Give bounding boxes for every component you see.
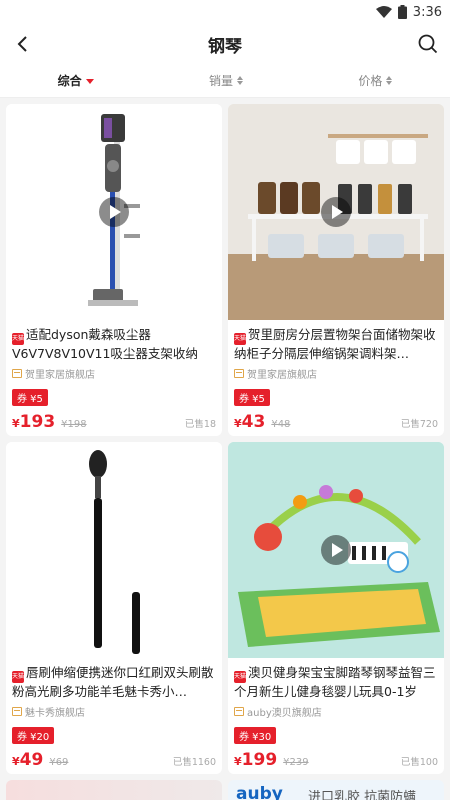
shop-name-text: 贺里家居旗舰店 (25, 369, 95, 381)
product-card-partial[interactable]: auby 进口乳胶 抗菌防螨 (228, 780, 444, 800)
product-title: 天猫 贺里厨房分层置物架台面储物架收纳柜子分隔层伸缩锅架调料架… (234, 326, 438, 362)
product-title-text: 唇刷伸缩便携迷你口红刷双头刷散粉高光刷多功能羊毛魅卡秀小… (12, 665, 214, 699)
shop-name-text: auby澳贝旗舰店 (247, 707, 322, 719)
currency-symbol: ¥ (12, 417, 20, 430)
product-title-text: 贺里厨房分层置物架台面储物架收纳柜子分隔层伸缩锅架调料架… (234, 327, 436, 361)
price-value: 199 (241, 750, 278, 770)
status-time: 3:36 (412, 4, 442, 20)
sort-arrows-icon (386, 76, 393, 85)
original-price: ¥239 (283, 757, 309, 768)
coupon-badge: 券 ¥5 (234, 389, 270, 406)
sold-count: 已售18 (184, 419, 216, 430)
product-title: 天猫适配dyson戴森吸尘器V6V7V8V10V11吸尘器支架收纳架… (12, 326, 216, 362)
coupon-badge: 券 ¥20 (12, 727, 55, 744)
product-title: 天猫 澳贝健身架宝宝脚踏琴钢琴益智三个月新生儿健身毯婴儿玩具0-1岁 (234, 664, 438, 700)
coupon-badge: 券 ¥30 (234, 727, 277, 744)
search-icon (418, 34, 438, 54)
product-title-text: 适配dyson戴森吸尘器V6V7V8V10V11吸尘器支架收纳架… (12, 327, 198, 361)
product-image (228, 104, 444, 320)
shop-name[interactable]: 贺里家居旗舰店 (234, 366, 438, 381)
tmall-tag-icon: 天猫 (234, 671, 246, 683)
sort-tab-label: 综合 (57, 74, 82, 88)
tmall-tag-icon: 天猫 (234, 333, 246, 345)
status-bar: 3:36 (0, 0, 450, 24)
sold-count: 已售100 (400, 757, 438, 768)
battery-icon (397, 5, 407, 19)
sort-arrows-icon (237, 76, 243, 85)
sort-tab-price[interactable]: 价格 (358, 72, 393, 89)
price: ¥49 ¥69 (12, 750, 68, 770)
makeup-brush-image (89, 450, 140, 654)
product-image (6, 442, 222, 658)
shop-name[interactable]: auby澳贝旗舰店 (234, 704, 438, 719)
product-card-partial[interactable] (6, 780, 222, 800)
product-image (6, 104, 222, 320)
price-value: 43 (241, 412, 266, 432)
price-value: 49 (19, 750, 44, 770)
product-title-text: 澳贝健身架宝宝脚踏琴钢琴益智三个月新生儿健身毯婴儿玩具0-1岁 (234, 665, 436, 699)
page-title: 钢琴 (208, 36, 242, 57)
sort-tab-label: 销量 (208, 74, 233, 88)
tmall-tag-icon: 天猫 (12, 671, 24, 683)
brand-logo: auby (236, 784, 283, 800)
price: ¥199 ¥239 (234, 750, 309, 770)
play-icon[interactable] (321, 197, 351, 227)
original-price: ¥48 (271, 419, 291, 430)
chevron-down-icon (85, 79, 94, 84)
product-card[interactable]: 天猫 澳贝健身架宝宝脚踏琴钢琴益智三个月新生儿健身毯婴儿玩具0-1岁 auby澳贝… (228, 442, 444, 774)
shop-icon (234, 368, 244, 378)
shop-name-text: 魅卡秀旗舰店 (25, 707, 85, 719)
sort-tab-label: 价格 (358, 74, 383, 88)
nav-bar: 钢琴 (0, 24, 450, 64)
product-image (228, 442, 444, 658)
banner-text: 进口乳胶 抗菌防螨 (308, 790, 417, 800)
price: ¥193 ¥198 (12, 412, 87, 432)
tmall-tag-icon: 天猫 (12, 333, 24, 345)
price: ¥43 ¥48 (234, 412, 290, 432)
product-card[interactable]: 天猫适配dyson戴森吸尘器V6V7V8V10V11吸尘器支架收纳架… 贺里家居… (6, 104, 222, 436)
back-button[interactable] (10, 32, 34, 56)
product-card[interactable]: 天猫 贺里厨房分层置物架台面储物架收纳柜子分隔层伸缩锅架调料架… 贺里家居旗舰店 … (228, 104, 444, 436)
sold-count: 已售720 (400, 419, 438, 430)
play-icon[interactable] (321, 535, 351, 565)
currency-symbol: ¥ (234, 755, 242, 768)
coupon-badge: 券 ¥5 (12, 389, 48, 406)
shop-icon (12, 368, 22, 378)
original-price: ¥198 (61, 419, 87, 430)
shop-icon (12, 706, 22, 716)
shop-name[interactable]: 贺里家居旗舰店 (12, 366, 216, 381)
chevron-left-icon (17, 36, 27, 52)
product-title: 天猫 唇刷伸缩便携迷你口红刷双头刷散粉高光刷多功能羊毛魅卡秀小… (12, 664, 216, 700)
play-icon[interactable] (99, 197, 129, 227)
shop-name[interactable]: 魅卡秀旗舰店 (12, 704, 216, 719)
currency-symbol: ¥ (234, 417, 242, 430)
product-card[interactable]: 天猫 唇刷伸缩便携迷你口红刷双头刷散粉高光刷多功能羊毛魅卡秀小… 魅卡秀旗舰店 券… (6, 442, 222, 774)
search-button[interactable] (416, 32, 440, 56)
sort-tab-sales[interactable]: 销量 (209, 72, 243, 89)
price-value: 193 (19, 412, 56, 432)
sold-count: 已售1160 (172, 757, 216, 768)
sort-tab-comprehensive[interactable]: 综合 (58, 72, 94, 89)
wifi-icon (375, 6, 392, 18)
shop-name-text: 贺里家居旗舰店 (247, 369, 317, 381)
product-grid: 天猫适配dyson戴森吸尘器V6V7V8V10V11吸尘器支架收纳架… 贺里家居… (0, 98, 450, 800)
original-price: ¥69 (49, 757, 69, 768)
sort-bar: 综合 销量 价格 (0, 64, 450, 98)
shop-icon (234, 706, 244, 716)
currency-symbol: ¥ (12, 755, 20, 768)
